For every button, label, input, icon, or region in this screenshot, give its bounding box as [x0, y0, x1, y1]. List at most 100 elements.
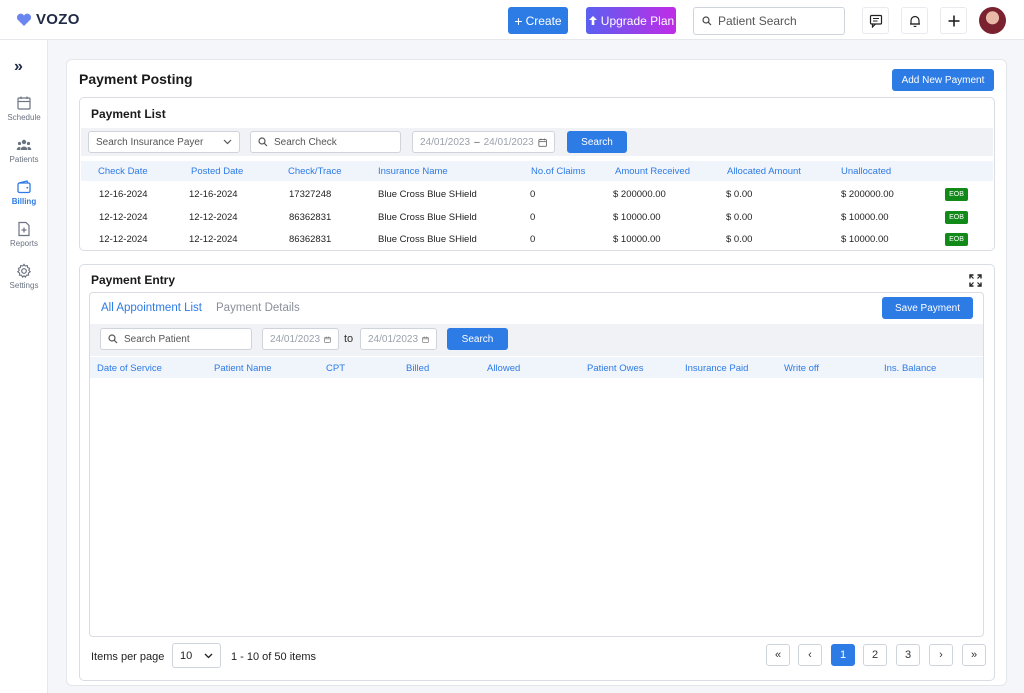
search-icon — [702, 16, 712, 26]
service-date-to-field[interactable]: 24/01/2023 — [360, 328, 437, 350]
next-page-button[interactable]: › — [929, 644, 953, 666]
date-separator: – — [474, 136, 480, 148]
payment-list-panel: Payment List Search Insurance Payer Sear… — [79, 97, 995, 251]
payment-list-search-button[interactable]: Search — [567, 131, 627, 153]
sidebar-item-label: Patients — [9, 155, 39, 164]
gear-icon — [16, 263, 32, 278]
sidebar-item-label: Schedule — [7, 113, 41, 122]
cell-allocated: $ 0.00 — [726, 189, 753, 200]
column-header[interactable]: Check/Trace — [288, 166, 342, 177]
cell-check-trace: 86362831 — [289, 212, 332, 223]
search-icon — [108, 334, 118, 344]
date-to: 24/01/2023 — [368, 333, 419, 345]
payment-entry-panel: Payment Entry All Appointment List Payme… — [79, 264, 995, 681]
cell-amount-received: $ 10000.00 — [613, 212, 661, 223]
cell-posted-date: 12-16-2024 — [189, 189, 238, 200]
create-label: Create — [525, 13, 562, 28]
tab-payment-details[interactable]: Payment Details — [216, 302, 300, 314]
save-payment-button[interactable]: Save Payment — [882, 297, 973, 319]
messages-button[interactable] — [862, 7, 889, 34]
column-header[interactable]: Ins. Balance — [884, 363, 936, 374]
date-range-field[interactable]: 24/01/2023 – 24/01/2023 — [412, 131, 555, 153]
cell-claims: 0 — [530, 212, 536, 223]
eob-button[interactable]: EOB — [945, 233, 968, 246]
column-header[interactable]: Allocated Amount — [727, 166, 801, 177]
sidebar-item-schedule[interactable]: Schedule — [0, 95, 48, 122]
chevron-down-icon — [204, 653, 213, 658]
date-to-label: to — [344, 333, 354, 345]
cell-unallocated: $ 10000.00 — [841, 212, 889, 223]
add-new-payment-button[interactable]: Add New Payment — [892, 69, 994, 91]
items-per-page-label: Items per page — [91, 651, 165, 663]
expand-icon[interactable] — [969, 274, 982, 287]
cell-insurance-name: Blue Cross Blue SHield — [378, 212, 477, 223]
cell-insurance-name: Blue Cross Blue SHield — [378, 234, 477, 245]
first-page-button[interactable]: « — [766, 644, 790, 666]
double-chevron-right-icon: » — [970, 649, 978, 661]
cell-amount-received: $ 200000.00 — [613, 189, 666, 200]
column-header[interactable]: Posted Date — [191, 166, 243, 177]
app-logo[interactable]: VOZO — [16, 11, 80, 28]
cell-posted-date: 12-12-2024 — [189, 212, 238, 223]
column-header[interactable]: CPT — [326, 363, 345, 374]
payment-entry-search-button[interactable]: Search — [447, 328, 508, 350]
patients-icon — [16, 139, 32, 150]
upgrade-plan-button[interactable]: Upgrade Plan — [586, 7, 676, 34]
column-header[interactable]: Billed — [406, 363, 429, 374]
column-header[interactable]: Insurance Paid — [685, 363, 748, 374]
column-header[interactable]: Write off — [784, 363, 819, 374]
column-header[interactable]: Amount Received — [615, 166, 690, 177]
column-header[interactable]: No.of Claims — [531, 166, 585, 177]
column-header[interactable]: Allowed — [487, 363, 520, 374]
user-avatar[interactable] — [979, 7, 1006, 34]
chevron-right-icon: › — [939, 649, 943, 661]
chevron-left-icon: ‹ — [808, 649, 812, 661]
column-header[interactable]: Insurance Name — [378, 166, 448, 177]
page-button[interactable]: 1 — [831, 644, 855, 666]
date-from: 24/01/2023 — [420, 136, 471, 148]
column-header[interactable]: Date of Service — [97, 363, 162, 374]
check-search-field[interactable]: Search Check — [250, 131, 401, 153]
tab-all-appointment-list[interactable]: All Appointment List — [101, 302, 202, 314]
wallet-icon — [17, 180, 31, 194]
heart-logo-icon — [16, 13, 32, 26]
create-button[interactable]: + Create — [508, 7, 568, 34]
patient-search-field[interactable]: Search Patient — [100, 328, 252, 350]
page-size-select[interactable]: 10 — [172, 643, 221, 668]
cell-claims: 0 — [530, 234, 536, 245]
eob-button[interactable]: EOB — [945, 188, 968, 201]
cell-allocated: $ 0.00 — [726, 212, 753, 223]
sidebar-item-reports[interactable]: Reports — [0, 221, 48, 248]
cell-insurance-name: Blue Cross Blue SHield — [378, 189, 477, 200]
plus-icon — [948, 15, 959, 26]
payment-list-title: Payment List — [91, 107, 166, 121]
payment-list-filters: Search Insurance Payer Search Check 24/0… — [81, 128, 993, 156]
patient-search-input[interactable] — [718, 14, 838, 28]
sidebar-item-patients[interactable]: Patients — [0, 137, 48, 164]
eob-button[interactable]: EOB — [945, 211, 968, 224]
column-header[interactable]: Check Date — [98, 166, 148, 177]
page-title: Payment Posting — [79, 71, 193, 87]
cell-allocated: $ 0.00 — [726, 234, 753, 245]
patient-search — [693, 7, 845, 35]
calendar-icon — [17, 96, 31, 110]
appointment-table-header: Date of Service Patient Name CPT Billed … — [90, 357, 983, 378]
calendar-icon — [324, 336, 331, 343]
notifications-button[interactable] — [901, 7, 928, 34]
insurance-payer-select[interactable]: Search Insurance Payer — [88, 131, 240, 153]
column-header[interactable]: Unallocated — [841, 166, 891, 177]
expand-sidebar-icon[interactable]: » — [14, 58, 23, 76]
page-button[interactable]: 3 — [896, 644, 920, 666]
sidebar-item-settings[interactable]: Settings — [0, 263, 48, 290]
report-icon — [18, 221, 30, 237]
quick-add-button[interactable] — [940, 7, 967, 34]
column-header[interactable]: Patient Owes — [587, 363, 644, 374]
column-header[interactable]: Patient Name — [214, 363, 272, 374]
sidebar-item-billing[interactable]: Billing — [0, 179, 48, 206]
previous-page-button[interactable]: ‹ — [798, 644, 822, 666]
plus-icon: + — [514, 12, 523, 29]
service-date-from-field[interactable]: 24/01/2023 — [262, 328, 339, 350]
last-page-button[interactable]: » — [962, 644, 986, 666]
page-button[interactable]: 2 — [863, 644, 887, 666]
pagination-range: 1 - 10 of 50 items — [231, 651, 316, 663]
